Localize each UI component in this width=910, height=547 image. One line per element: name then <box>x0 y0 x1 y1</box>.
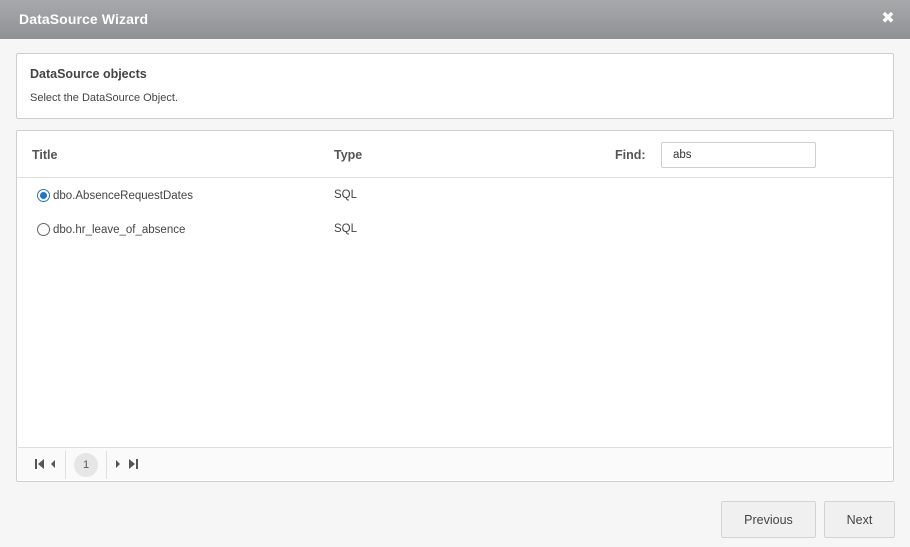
row-title: dbo.hr_leave_of_absence <box>53 224 186 236</box>
find-label: Find: <box>615 148 646 162</box>
row-type: SQL <box>334 189 358 201</box>
row-type: SQL <box>334 223 358 235</box>
dialog-title: DataSource Wizard <box>19 11 149 27</box>
row-radio-button[interactable] <box>37 223 50 236</box>
info-panel: DataSource objects Select the DataSource… <box>16 53 894 119</box>
previous-page-icon[interactable] <box>50 457 56 471</box>
first-page-icon[interactable] <box>35 457 45 471</box>
column-header-type[interactable]: Type <box>334 148 362 162</box>
grid-header: Title Type Find: <box>17 131 893 178</box>
find-input[interactable] <box>661 142 816 168</box>
last-page-icon[interactable] <box>128 457 138 471</box>
page-number-button[interactable]: 1 <box>74 453 98 477</box>
previous-button[interactable]: Previous <box>721 501 816 538</box>
table-row[interactable]: dbo.hr_leave_of_absence SQL <box>17 212 893 246</box>
row-radio-button[interactable] <box>37 189 50 202</box>
pager-divider <box>106 451 107 479</box>
pager-divider <box>65 451 66 479</box>
row-title: dbo.AbsenceRequestDates <box>53 190 194 202</box>
column-header-title[interactable]: Title <box>32 148 57 162</box>
datasource-grid: Title Type Find: dbo.AbsenceRequestDates… <box>16 130 894 482</box>
section-description: Select the DataSource Object. <box>30 92 178 104</box>
grid-pager: 1 <box>18 447 892 480</box>
close-icon[interactable]: ✖ <box>881 11 895 27</box>
next-page-icon[interactable] <box>115 457 121 471</box>
table-row[interactable]: dbo.AbsenceRequestDates SQL <box>17 178 893 212</box>
next-button[interactable]: Next <box>824 501 895 538</box>
section-heading: DataSource objects <box>30 67 147 81</box>
dialog-titlebar: DataSource Wizard ✖ <box>0 0 910 39</box>
